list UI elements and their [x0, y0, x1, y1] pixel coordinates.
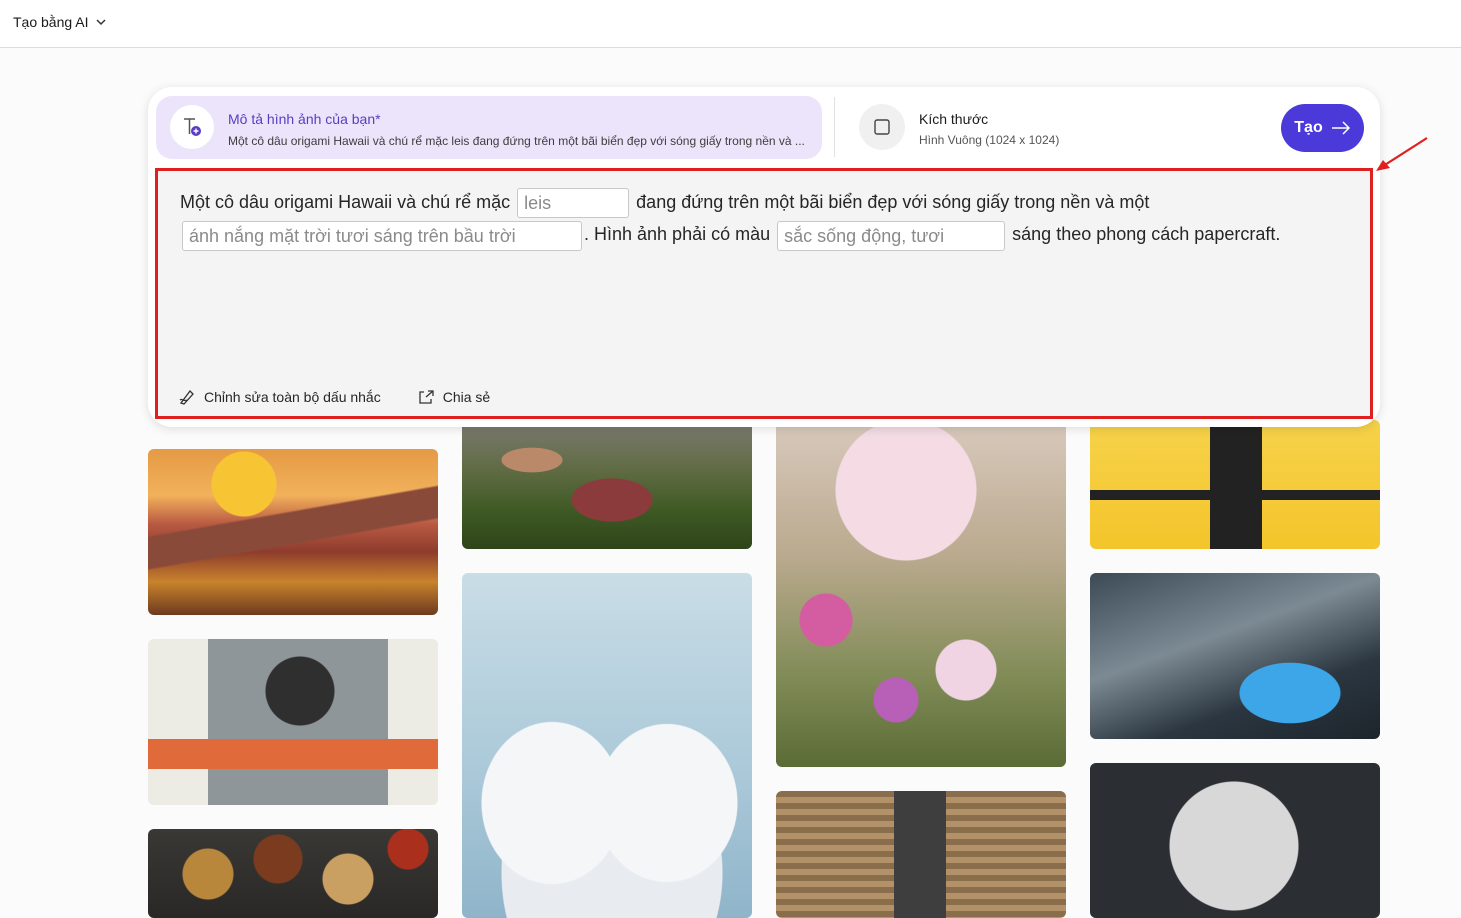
text-add-icon: [170, 105, 214, 149]
size-title: Kích thước: [919, 111, 989, 127]
gallery-image-boots[interactable]: [462, 420, 752, 549]
prompt-slot-input[interactable]: ánh nắng mặt trời tươi sáng trên bầu trờ…: [182, 220, 582, 251]
prompt-text-part: Một cô dâu origami Hawaii và chú rể mặc: [180, 192, 511, 212]
gallery-image-cosmos-flowers[interactable]: [776, 420, 1066, 767]
divider: [834, 97, 835, 157]
create-button-label: Tạo: [1294, 119, 1323, 136]
gallery-image-dotted-globe[interactable]: [1090, 763, 1380, 918]
gallery-image-tech-illustration[interactable]: [1090, 420, 1380, 549]
annotation-arrow-icon: [1376, 137, 1428, 171]
prompt-actions: Chỉnh sửa toàn bộ dấu nhắc Chia sẻ: [178, 388, 490, 406]
image-description-panel[interactable]: Mô tả hình ảnh của bạn* Một cô dâu origa…: [156, 96, 822, 159]
create-with-ai-label: Tạo bằng AI: [13, 14, 89, 30]
edit-full-prompt-button[interactable]: Chỉnh sửa toàn bộ dấu nhắc: [178, 388, 381, 406]
share-label: Chia sẻ: [442, 389, 491, 405]
gallery-image-warehouse-aerial[interactable]: [776, 791, 1066, 918]
edit-full-prompt-label: Chỉnh sửa toàn bộ dấu nhắc: [204, 389, 381, 405]
prompt-slot-input[interactable]: sắc sống động, tươi: [777, 220, 1006, 251]
prompt-text: Một cô dâu origami Hawaii và chú rể mặc …: [180, 186, 1340, 251]
square-size-icon[interactable]: [859, 104, 905, 150]
prompt-text-part: sáng theo phong cách papercraft.: [1012, 224, 1281, 245]
top-bar: Tạo bằng AI: [0, 0, 1461, 48]
description-title: Mô tả hình ảnh của bạn*: [228, 111, 381, 127]
create-with-ai-menu[interactable]: Tạo bằng AI: [13, 14, 107, 30]
size-value[interactable]: Hình Vuông (1024 x 1024): [919, 133, 1059, 147]
prompt-text-part: đang đứng trên một bãi biển đẹp với sóng…: [636, 192, 1150, 212]
gallery-image-logistics[interactable]: [148, 639, 438, 805]
prompt-editor[interactable]: Một cô dâu origami Hawaii và chú rể mặc …: [156, 170, 1372, 418]
gallery-image-lungs-clouds[interactable]: [462, 573, 752, 918]
arrow-right-icon: [1331, 121, 1350, 135]
create-button[interactable]: Tạo: [1281, 104, 1364, 152]
share-button[interactable]: Chia sẻ: [417, 388, 490, 406]
share-icon: [419, 390, 434, 404]
gallery-image-tablet-city[interactable]: [1090, 573, 1380, 739]
prompt-slot-input[interactable]: leis: [517, 188, 630, 219]
gallery-image-spices[interactable]: [148, 829, 438, 918]
chevron-down-icon: [95, 19, 106, 26]
description-summary: Một cô dâu origami Hawaii và chú rể mặc …: [228, 134, 805, 148]
gallery-image-autumn-mountains[interactable]: [148, 449, 438, 615]
pen-sign-icon: [179, 390, 194, 405]
prompt-card: Mô tả hình ảnh của bạn* Một cô dâu origa…: [148, 87, 1380, 427]
prompt-text-part: . Hình ảnh phải có màu: [584, 224, 771, 245]
